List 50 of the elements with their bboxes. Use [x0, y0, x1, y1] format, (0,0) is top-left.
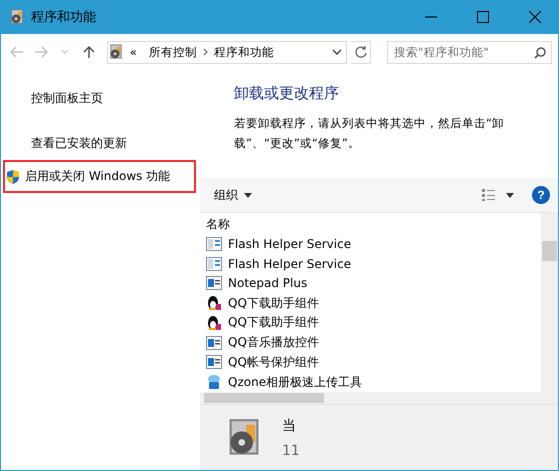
description-text: 若要卸载程序，请从列表中将其选中，然后单击“卸载”、“更改”或“修复”。 — [234, 115, 505, 152]
column-header[interactable]: 名称 — [206, 217, 230, 231]
program-name[interactable]: Qzone相册极速上传工具 — [228, 374, 362, 391]
view-options-icon[interactable] — [482, 189, 516, 201]
program-name[interactable]: QQ帐号保护组件 — [228, 354, 319, 371]
maximize-icon — [477, 11, 489, 23]
disc-box-icon — [9, 9, 25, 25]
details-info: 11 — [282, 442, 300, 458]
chevron-down-icon — [60, 49, 69, 55]
shield-icon — [5, 168, 21, 184]
window-icon — [206, 236, 222, 251]
search-field[interactable]: 搜索"程序和功能" — [387, 40, 552, 64]
chevron-down-icon[interactable] — [332, 48, 342, 56]
program-name[interactable]: Notepad Plus — [228, 276, 308, 290]
program-name[interactable]: Flash Helper Service — [228, 256, 352, 271]
program-name[interactable]: QQ音乐播放控件 — [228, 334, 319, 352]
close-icon — [529, 11, 541, 23]
window-title: 程序和功能 — [31, 9, 97, 26]
sidebar-link[interactable]: 控制面板主页 — [7, 88, 196, 109]
arrow-up-icon — [82, 45, 95, 59]
disc-box-icon — [108, 44, 124, 60]
chevron-right-icon — [202, 48, 208, 56]
refresh-button[interactable] — [351, 40, 372, 64]
window-icon — [206, 355, 222, 370]
details-title: 当 — [282, 416, 297, 434]
sidebar-link[interactable]: 查看已安装的更新 — [7, 133, 196, 154]
caret-icon — [244, 192, 252, 198]
search-icon — [534, 46, 546, 58]
vertical-scrollbar[interactable] — [541, 213, 558, 392]
upload-icon — [206, 374, 222, 390]
program-name[interactable]: QQ下载助手组件 — [228, 294, 319, 312]
organize-menu-button[interactable]: 组织 — [214, 186, 482, 204]
program-name[interactable]: QQ下载助手组件 — [228, 314, 319, 332]
window-icon — [206, 336, 222, 350]
window-icon — [206, 256, 222, 271]
horizontal-scrollbar[interactable] — [200, 392, 558, 404]
penguin-icon — [206, 295, 222, 312]
overflow-chevron[interactable]: « — [130, 45, 137, 59]
sidebar-link[interactable]: 启用或关闭 Windows 功能 — [3, 160, 196, 193]
page-heading: 卸载或更改程序 — [234, 84, 340, 103]
arrow-right-icon — [34, 46, 48, 58]
breadcrumb[interactable]: 程序和功能 — [214, 44, 274, 60]
refresh-icon — [354, 46, 367, 58]
arrow-left-icon — [10, 46, 24, 58]
breadcrumb[interactable]: 所有控制 — [148, 44, 197, 60]
penguin-icon — [206, 314, 222, 331]
window-icon — [206, 276, 222, 290]
help-button[interactable]: ? — [532, 186, 550, 204]
program-name[interactable]: Flash Helper Service — [228, 236, 352, 251]
address-bar[interactable]: « 所有控制 程序和功能 — [106, 40, 347, 64]
